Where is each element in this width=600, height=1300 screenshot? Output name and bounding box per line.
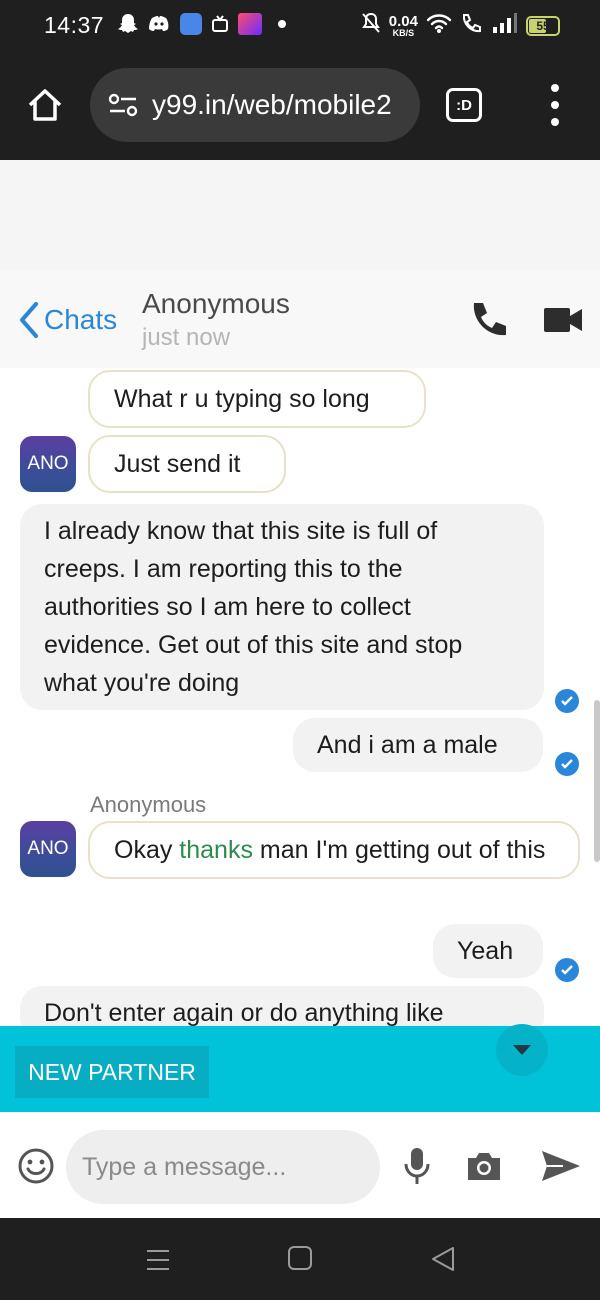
voice-call-button[interactable] (466, 298, 510, 342)
triangle-back-icon (432, 1247, 454, 1271)
system-icons: 0.04 KB/S 55 (361, 12, 560, 39)
action-bar: NEW PARTNER (0, 1024, 600, 1112)
contact-status: just now (142, 324, 231, 351)
outgoing-message: Yeah (433, 924, 543, 978)
avatar: ANO (20, 821, 76, 877)
video-call-button[interactable] (542, 302, 584, 338)
camera-icon (468, 1153, 500, 1180)
outgoing-message: I already know that this site is full of… (20, 504, 544, 710)
home-button[interactable] (22, 82, 68, 128)
home-icon (28, 89, 62, 121)
message-composer (0, 1112, 600, 1218)
status-bar: 14:37 0.04 KB/S 55 (0, 0, 600, 52)
emoji-button[interactable] (18, 1148, 54, 1184)
outgoing-message: And i am a male (293, 718, 543, 772)
signal-icon (492, 12, 518, 39)
menu-dot (551, 101, 559, 109)
net-speed: 0.04 KB/S (388, 12, 418, 38)
chevron-left-icon (20, 302, 38, 338)
wifi-icon (426, 12, 452, 39)
mute-icon (361, 12, 381, 39)
sonyliv-icon (238, 13, 262, 35)
message-text: Okay (114, 836, 180, 864)
chat-header: Chats Anonymous just now (0, 270, 600, 368)
video-camera-icon (544, 308, 582, 332)
snapchat-icon (118, 13, 138, 35)
system-nav-bar (0, 1218, 600, 1300)
message-text: man I'm getting out of this (252, 836, 546, 864)
read-check-icon (555, 958, 579, 982)
url-text: y99.in/web/mobile2 (152, 89, 392, 120)
app-icon (180, 13, 202, 35)
menu-dot (551, 84, 559, 92)
nav-home-button[interactable] (288, 1246, 312, 1270)
send-button[interactable] (540, 1148, 582, 1184)
contact-name: Anonymous (142, 288, 290, 319)
emoji-icon (18, 1148, 54, 1184)
read-check-icon (555, 689, 579, 713)
message-list[interactable]: What r u typing so long ANO Just send it… (0, 368, 600, 1026)
tv-icon (212, 13, 228, 35)
menu-dot (551, 118, 559, 126)
battery-icon: 55 (526, 15, 560, 36)
voice-input-button[interactable] (404, 1146, 430, 1186)
incoming-message: What r u typing so long (88, 370, 426, 428)
browser-toolbar: y99.in/web/mobile2 :D (0, 52, 600, 160)
url-bar[interactable]: y99.in/web/mobile2 (90, 68, 420, 142)
browser-menu-button[interactable] (544, 84, 566, 126)
message-input[interactable] (66, 1130, 380, 1204)
highlighted-word: thanks (179, 836, 253, 864)
new-partner-button[interactable]: NEW PARTNER (15, 1046, 209, 1098)
menu-lines-icon (147, 1250, 169, 1270)
avatar: ANO (20, 436, 76, 492)
notification-icons (118, 13, 286, 35)
tab-switcher-button[interactable]: :D (446, 88, 482, 122)
sender-name: Anonymous (90, 792, 207, 817)
microphone-icon (404, 1148, 430, 1184)
phone-icon (473, 303, 506, 336)
back-to-chats-button[interactable]: Chats (16, 300, 117, 340)
discord-icon (148, 13, 170, 35)
wifi-call-icon (460, 12, 484, 39)
dot-icon (278, 20, 286, 28)
read-check-icon (555, 752, 579, 776)
back-label: Chats (44, 304, 118, 335)
site-settings-icon (108, 93, 138, 117)
recents-button[interactable] (146, 1248, 170, 1277)
page-spacer (0, 160, 600, 270)
scroll-down-button[interactable] (496, 1024, 548, 1076)
nav-back-button[interactable] (430, 1246, 456, 1277)
caret-down-icon (513, 1045, 531, 1055)
status-time: 14:37 (44, 12, 105, 38)
incoming-message: Okay thanks man I'm getting out of this (88, 821, 580, 879)
scrollbar[interactable] (594, 700, 600, 862)
outgoing-message: Don't enter again or do anything like (20, 986, 544, 1026)
camera-button[interactable] (464, 1148, 504, 1184)
incoming-message: Just send it (88, 435, 286, 493)
send-icon (542, 1151, 580, 1181)
